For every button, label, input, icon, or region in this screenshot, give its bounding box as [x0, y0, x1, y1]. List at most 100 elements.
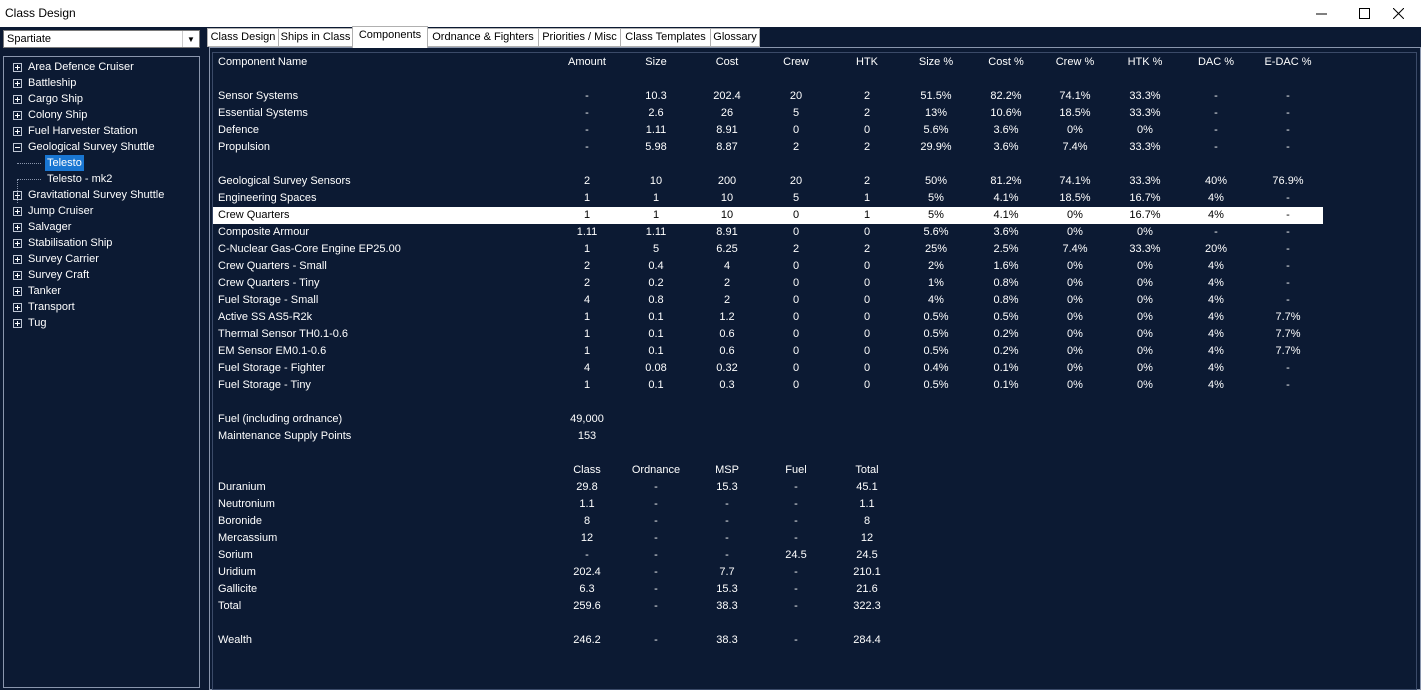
cell-value: 4.1% [993, 192, 1019, 204]
component-row[interactable]: C-Nuclear Gas-Core Engine EP25.00 1 5 6.25 2… [213, 241, 1323, 258]
mineral-row[interactable]: Total 259.6 - 38.3 - 322.3 [213, 598, 1323, 615]
cell-value: 0 [863, 277, 871, 289]
mineral-row[interactable]: Neutronium 1.1 - - - 1.1 [213, 496, 1323, 513]
expand-icon[interactable] [13, 63, 22, 72]
expand-icon[interactable] [13, 319, 22, 328]
summary-row[interactable]: Essential Systems - 2.6 26 5 2 13% 10.6% 18.5% 33… [213, 105, 1323, 122]
cell-value: 0 [792, 209, 800, 221]
tree-item-type[interactable]: Survey Carrier [4, 251, 199, 267]
expand-icon[interactable] [13, 287, 22, 296]
tree-item-type[interactable]: Tanker [4, 283, 199, 299]
cell-value: 0 [792, 124, 800, 136]
summary-row[interactable]: Sensor Systems - 10.3 202.4 20 2 51.5% 82.2% 74.… [213, 88, 1323, 105]
tab-class-templates[interactable]: Class Templates [620, 28, 711, 47]
tab-ordnance-fighters[interactable]: Ordnance & Fighters [427, 28, 539, 47]
tree-item-label: Cargo Ship [28, 93, 84, 105]
mineral-row[interactable]: Gallicite 6.3 - 15.3 - 21.6 [213, 581, 1323, 598]
tree-item-type[interactable]: Salvager [4, 219, 199, 235]
cell-value: 2.5% [993, 243, 1019, 255]
cell-value: 0.1 [648, 328, 664, 340]
mineral-row[interactable]: Mercassium 12 - - - 12 [213, 530, 1323, 547]
component-row[interactable]: Fuel Storage - Small 4 0.8 2 0 0 4% 0.8% 0% 0% 4% - [213, 292, 1323, 309]
expand-icon[interactable] [13, 111, 22, 120]
row-label: Propulsion [218, 141, 270, 153]
close-icon[interactable] [1375, 0, 1421, 27]
cell-value: 0% [1137, 124, 1153, 136]
mineral-row[interactable]: Boronide 8 - - - 8 [213, 513, 1323, 530]
expand-icon[interactable] [13, 207, 22, 216]
cell-value: 5.6% [923, 124, 949, 136]
cell-value: 259.6 [573, 600, 601, 612]
tree-item-type[interactable]: Gravitational Survey Shuttle [4, 187, 199, 203]
component-row[interactable]: Thermal Sensor TH0.1-0.6 1 0.1 0.6 0 0 0.5% 0.2… [213, 326, 1323, 343]
component-row[interactable]: Fuel Storage - Tiny 1 0.1 0.3 0 0 0.5% 0.1% 0% 0%… [213, 377, 1323, 394]
expand-icon[interactable] [13, 239, 22, 248]
component-row[interactable]: Composite Armour 1.11 1.11 8.91 0 0 5.6% 3.6% 0%… [213, 224, 1323, 241]
expand-icon[interactable] [13, 95, 22, 104]
components-header-row[interactable]: Component Name Amount Size Cost Crew HTK Size … [213, 54, 1323, 71]
cell-value: 49,000 [570, 413, 604, 425]
cell-value: HTK % [1127, 56, 1163, 68]
race-select[interactable]: Spartiate ▼ [3, 30, 200, 48]
cell-value: - [1286, 379, 1290, 391]
minimize-icon[interactable] [1298, 0, 1344, 27]
component-row[interactable]: EM Sensor EM0.1-0.6 1 0.1 0.6 0 0 0.5% 0.2% 0% 0%… [213, 343, 1323, 360]
tree-item-type[interactable]: Colony Ship [4, 107, 199, 123]
tree-connector [17, 163, 41, 164]
class-tree[interactable]: Area Defence Cruiser Battleship Cargo Ship… [3, 56, 200, 688]
cell-value: 5 [792, 107, 800, 119]
collapse-icon[interactable] [13, 143, 22, 152]
tree-item-type[interactable]: Fuel Harvester Station [4, 123, 199, 139]
tree-item-type[interactable]: Geological Survey Shuttle [4, 139, 199, 155]
tab-ships-in-class[interactable]: Ships in Class [278, 28, 353, 47]
window-title: Class Design [5, 6, 76, 20]
cell-value: 4 [723, 260, 731, 272]
component-row[interactable]: Crew Quarters 1 1 10 0 1 5% 4.1% 0% 16.7% 4% - [213, 207, 1323, 224]
tab-priorities-misc[interactable]: Priorities / Misc [538, 28, 621, 47]
mineral-row[interactable]: Sorium - - - 24.5 24.5 [213, 547, 1323, 564]
cell-value: - [654, 583, 658, 595]
tree-item-class[interactable]: Telesto [4, 155, 199, 171]
summary-row[interactable]: Propulsion - 5.98 8.87 2 2 29.9% 3.6% 7.4% 33.3% -… [213, 139, 1323, 156]
tree-item-type[interactable]: Stabilisation Ship [4, 235, 199, 251]
row-label: Sorium [218, 549, 253, 561]
cell-value: - [654, 481, 658, 493]
tree-item-type[interactable]: Area Defence Cruiser [4, 59, 199, 75]
tree-item-type[interactable]: Tug [4, 315, 199, 331]
mineral-row[interactable]: Duranium 29.8 - 15.3 - 45.1 [213, 479, 1323, 496]
cell-value: 6.3 [579, 583, 595, 595]
expand-icon[interactable] [13, 127, 22, 136]
tree-item-type[interactable]: Survey Craft [4, 267, 199, 283]
cell-value: 21.6 [856, 583, 878, 595]
component-row[interactable]: Active SS AS5-R2k 1 0.1 1.2 0 0 0.5% 0.5% 0% 0% 4%… [213, 309, 1323, 326]
expand-icon[interactable] [13, 79, 22, 88]
tree-item-class[interactable]: Telesto - mk2 [4, 171, 199, 187]
chevron-down-icon[interactable]: ▼ [182, 31, 199, 47]
cell-value: 8.91 [716, 226, 738, 238]
tree-item-type[interactable]: Jump Cruiser [4, 203, 199, 219]
tab-glossary[interactable]: Glossary [710, 28, 760, 47]
tree-item-type[interactable]: Transport [4, 299, 199, 315]
component-row[interactable]: Geological Survey Sensors 2 10 200 20 2 50% 81.… [213, 173, 1323, 190]
tree-item-type[interactable]: Battleship [4, 75, 199, 91]
expand-icon[interactable] [13, 303, 22, 312]
component-row[interactable]: Crew Quarters - Small 2 0.4 4 0 0 2% 1.6% 0% 0% 4%… [213, 258, 1323, 275]
wealth-row[interactable]: Wealth 246.2 - 38.3 - 284.4 [213, 632, 1323, 649]
component-row[interactable]: Crew Quarters - Tiny 2 0.2 2 0 0 1% 0.8% 0% 0% 4% - [213, 275, 1323, 292]
summary-row[interactable]: Defence - 1.11 8.91 0 0 5.6% 3.6% 0% 0% - - [213, 122, 1323, 139]
minerals-header-row[interactable]: Class Ordnance MSP Fuel Total [213, 462, 1323, 479]
row-label: Mercassium [218, 532, 278, 544]
tree-item-label: Colony Ship [28, 109, 88, 121]
expand-icon[interactable] [13, 271, 22, 280]
tab-components[interactable]: Components [352, 26, 428, 48]
expand-icon[interactable] [13, 223, 22, 232]
expand-icon[interactable] [13, 255, 22, 264]
cell-value: - [654, 532, 658, 544]
cell-value: 8.87 [716, 141, 738, 153]
mineral-row[interactable]: Uridium 202.4 - 7.7 - 210.1 [213, 564, 1323, 581]
tree-item-type[interactable]: Cargo Ship [4, 91, 199, 107]
component-row[interactable]: Engineering Spaces 1 1 10 5 1 5% 4.1% 18.5% 16.7%… [213, 190, 1323, 207]
component-row[interactable]: Fuel Storage - Fighter 4 0.08 0.32 0 0 0.4% 0.1… [213, 360, 1323, 377]
tab-class-design[interactable]: Class Design [207, 28, 279, 47]
cell-value: 0.5% [923, 345, 949, 357]
